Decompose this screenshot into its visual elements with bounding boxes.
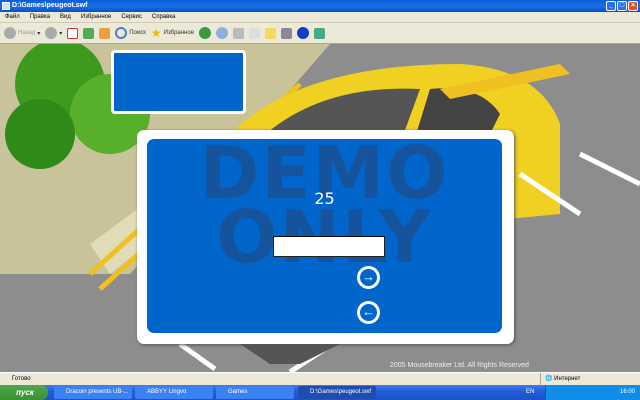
edit-icon[interactable] <box>249 27 261 39</box>
search-icon <box>115 27 128 39</box>
toolbar: Назад ▾ ▾ Поиск ★ Избранное <box>0 23 640 44</box>
home-icon[interactable] <box>99 27 111 39</box>
taskbar: пуск Dracoin presents UB-... ABBYY Lingv… <box>0 385 640 400</box>
clock: 16:00 <box>619 389 635 395</box>
forward-button[interactable]: ▾ <box>45 27 62 39</box>
favorites-label: Избранное <box>163 30 195 36</box>
copyright-text: 2005 Mousebreaker Ltd. All Rights Reserv… <box>390 362 529 369</box>
score-value: 25 <box>314 189 335 208</box>
submit-arrow-right-button[interactable]: → <box>357 266 380 289</box>
menu-bar: Файл Правка Вид Избранное Сервис Справка <box>0 12 640 23</box>
score-panel: DEMO ONLY 25 → ← <box>137 130 514 344</box>
back-label: Назад <box>18 30 36 36</box>
system-tray: 16:00 <box>545 385 640 400</box>
back-arrow-icon <box>4 27 16 39</box>
back-arrow-left-button[interactable]: ← <box>357 301 380 324</box>
forward-arrow-icon <box>45 27 58 39</box>
bluetooth-icon[interactable] <box>297 27 310 39</box>
search-label: Поиск <box>129 30 146 36</box>
menu-tools[interactable]: Сервис <box>121 12 142 22</box>
task-peugeot-swf[interactable]: D:\Games\peugeot.swf <box>298 386 376 399</box>
task-dracoin[interactable]: Dracoin presents UB-... <box>54 386 132 399</box>
menu-favorites[interactable]: Избранное <box>81 12 111 22</box>
task-games-folder[interactable]: Games <box>216 386 294 399</box>
star-icon: ★ <box>150 26 162 40</box>
name-input[interactable] <box>273 236 385 257</box>
start-button[interactable]: пуск <box>0 385 48 400</box>
menu-help[interactable]: Справка <box>152 12 176 22</box>
history-icon[interactable] <box>199 27 212 39</box>
minimize-button[interactable]: _ <box>606 1 616 11</box>
print-icon[interactable] <box>233 27 245 39</box>
status-bar: Готово 🌐 Интернет <box>0 372 640 385</box>
task-abbyy-lingvo[interactable]: ABBYY Lingvo <box>135 386 213 399</box>
app-icon <box>2 2 10 10</box>
search-button[interactable]: Поиск <box>115 27 146 39</box>
zone-label: Интернет <box>554 376 581 382</box>
stop-icon[interactable] <box>67 27 79 39</box>
menu-edit[interactable]: Правка <box>30 12 50 22</box>
title-bar: D:\Games\peugeot.swf _ □ × <box>0 0 640 12</box>
notes-icon[interactable] <box>265 27 277 39</box>
language-indicator[interactable]: EN <box>526 385 534 400</box>
menu-view[interactable]: Вид <box>60 12 71 22</box>
mail-icon[interactable] <box>216 27 229 39</box>
window-title: D:\Games\peugeot.swf <box>12 2 88 9</box>
status-text: Готово <box>12 376 31 382</box>
maximize-button[interactable]: □ <box>617 1 627 11</box>
flash-game-area[interactable]: DEMO ONLY 25 → ← 2005 Mousebreaker Ltd. … <box>0 44 640 372</box>
messenger-icon[interactable] <box>314 27 326 39</box>
research-icon[interactable] <box>281 27 293 39</box>
menu-file[interactable]: Файл <box>5 12 20 22</box>
info-box <box>111 50 246 114</box>
security-zone: 🌐 Интернет <box>540 373 580 385</box>
close-button[interactable]: × <box>628 1 638 11</box>
favorites-button[interactable]: ★ Избранное <box>151 26 194 40</box>
back-button[interactable]: Назад ▾ <box>4 27 40 39</box>
refresh-icon[interactable] <box>83 27 95 39</box>
